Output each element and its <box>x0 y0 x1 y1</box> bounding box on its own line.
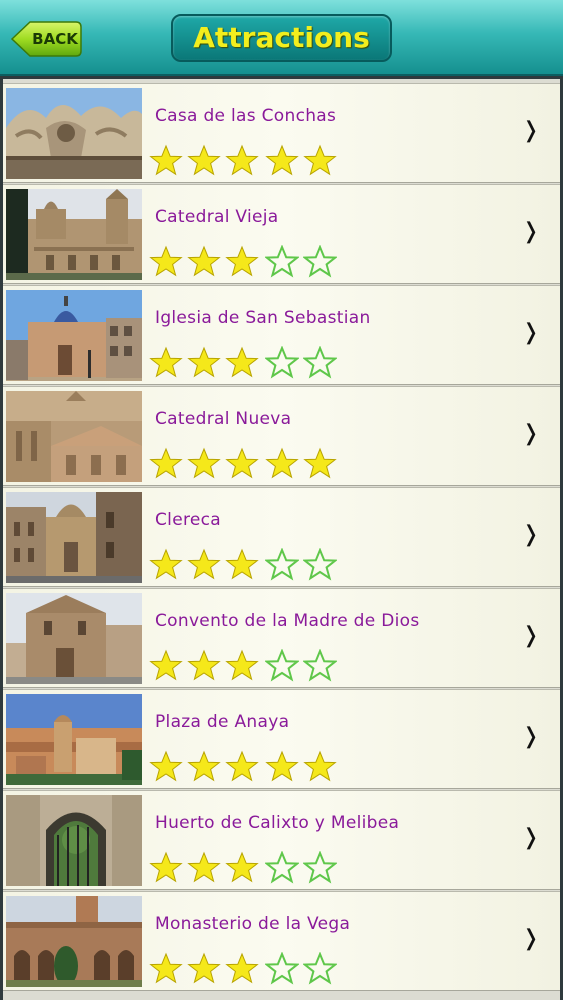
chevron-right-icon: ❭ <box>521 522 540 547</box>
star-outline-icon <box>265 851 299 884</box>
chevron-right-icon: ❭ <box>521 926 540 951</box>
star-filled-icon <box>187 447 221 479</box>
star-filled-icon <box>225 649 259 681</box>
star-filled-icon <box>225 447 259 479</box>
attraction-name: Convento de la Madre de Dios <box>155 611 420 631</box>
attraction-name: Monasterio de la Vega <box>155 914 351 934</box>
chevron-right-icon: ❭ <box>521 320 540 345</box>
thumbnail-image <box>6 593 142 684</box>
star-outline-icon <box>303 851 337 884</box>
rating-stars <box>149 952 349 986</box>
star-filled-icon <box>303 447 337 479</box>
star-outline-icon <box>265 346 299 379</box>
list-item[interactable]: Catedral Nueva ❭ <box>3 386 560 486</box>
star-outline-icon <box>265 245 299 278</box>
list-item[interactable]: Clereca ❭ <box>3 487 560 587</box>
attraction-name: Catedral Vieja <box>155 207 279 227</box>
back-button[interactable]: BACK <box>10 20 82 58</box>
thumbnail-image <box>6 391 142 482</box>
star-filled-icon <box>187 245 221 277</box>
thumbnail-image <box>6 189 142 280</box>
attraction-name: Casa de las Conchas <box>155 106 337 126</box>
star-filled-icon <box>225 851 259 883</box>
page-title-box: Attractions <box>171 14 392 62</box>
star-filled-icon <box>149 851 183 883</box>
chevron-right-icon: ❭ <box>521 118 540 143</box>
chevron-right-icon: ❭ <box>521 219 540 244</box>
list-item[interactable]: Iglesia de San Sebastian ❭ <box>3 285 560 385</box>
star-filled-icon <box>187 346 221 378</box>
back-button-label: BACK <box>32 30 78 48</box>
rating-stars <box>149 144 349 178</box>
star-outline-icon <box>303 952 337 985</box>
thumbnail-image <box>6 795 142 886</box>
list-item[interactable]: Huerto de Calixto y Melibea ❭ <box>3 790 560 890</box>
star-filled-icon <box>225 245 259 277</box>
list-item[interactable]: Convento de la Madre de Dios ❭ <box>3 588 560 688</box>
star-filled-icon <box>303 144 337 176</box>
star-outline-icon <box>303 649 337 682</box>
thumbnail-image <box>6 694 142 785</box>
attraction-name: Iglesia de San Sebastian <box>155 308 371 328</box>
chevron-right-icon: ❭ <box>521 623 540 648</box>
star-filled-icon <box>265 144 299 176</box>
star-filled-icon <box>303 750 337 782</box>
attraction-name: Plaza de Anaya <box>155 712 290 732</box>
star-outline-icon <box>265 952 299 985</box>
rating-stars <box>149 548 349 582</box>
star-filled-icon <box>149 144 183 176</box>
rating-stars <box>149 245 349 279</box>
rating-stars <box>149 851 349 885</box>
star-filled-icon <box>149 750 183 782</box>
list-item[interactable]: Monasterio de la Vega ❭ <box>3 891 560 991</box>
list-item[interactable]: Casa de las Conchas ❭ <box>3 83 560 183</box>
star-filled-icon <box>187 144 221 176</box>
rating-stars <box>149 750 349 784</box>
star-filled-icon <box>187 750 221 782</box>
star-filled-icon <box>149 952 183 984</box>
star-filled-icon <box>187 649 221 681</box>
star-outline-icon <box>265 649 299 682</box>
star-filled-icon <box>149 245 183 277</box>
star-filled-icon <box>225 548 259 580</box>
star-outline-icon <box>265 548 299 581</box>
attraction-name: Clereca <box>155 510 221 530</box>
star-outline-icon <box>303 548 337 581</box>
chevron-right-icon: ❭ <box>521 421 540 446</box>
header-bar: BACK Attractions <box>0 0 563 76</box>
star-filled-icon <box>225 750 259 782</box>
chevron-right-icon: ❭ <box>521 724 540 749</box>
star-outline-icon <box>303 245 337 278</box>
star-filled-icon <box>225 346 259 378</box>
star-filled-icon <box>265 447 299 479</box>
star-filled-icon <box>149 346 183 378</box>
star-filled-icon <box>225 144 259 176</box>
star-outline-icon <box>303 346 337 379</box>
star-filled-icon <box>187 851 221 883</box>
star-filled-icon <box>265 750 299 782</box>
thumbnail-image <box>6 896 142 987</box>
star-filled-icon <box>149 649 183 681</box>
thumbnail-image <box>6 492 142 583</box>
rating-stars <box>149 649 349 683</box>
page-title: Attractions <box>193 21 370 54</box>
attractions-list: Casa de las Conchas ❭ Catedral Vieja ❭ I… <box>3 79 560 1000</box>
attraction-name: Catedral Nueva <box>155 409 292 429</box>
rating-stars <box>149 346 349 380</box>
attraction-name: Huerto de Calixto y Melibea <box>155 813 400 833</box>
chevron-right-icon: ❭ <box>521 825 540 850</box>
star-filled-icon <box>149 548 183 580</box>
star-filled-icon <box>225 952 259 984</box>
list-item[interactable]: Catedral Vieja ❭ <box>3 184 560 284</box>
rating-stars <box>149 447 349 481</box>
star-filled-icon <box>187 952 221 984</box>
star-filled-icon <box>187 548 221 580</box>
list-item[interactable]: Plaza de Anaya ❭ <box>3 689 560 789</box>
thumbnail-image <box>6 290 142 381</box>
star-filled-icon <box>149 447 183 479</box>
thumbnail-image <box>6 88 142 179</box>
